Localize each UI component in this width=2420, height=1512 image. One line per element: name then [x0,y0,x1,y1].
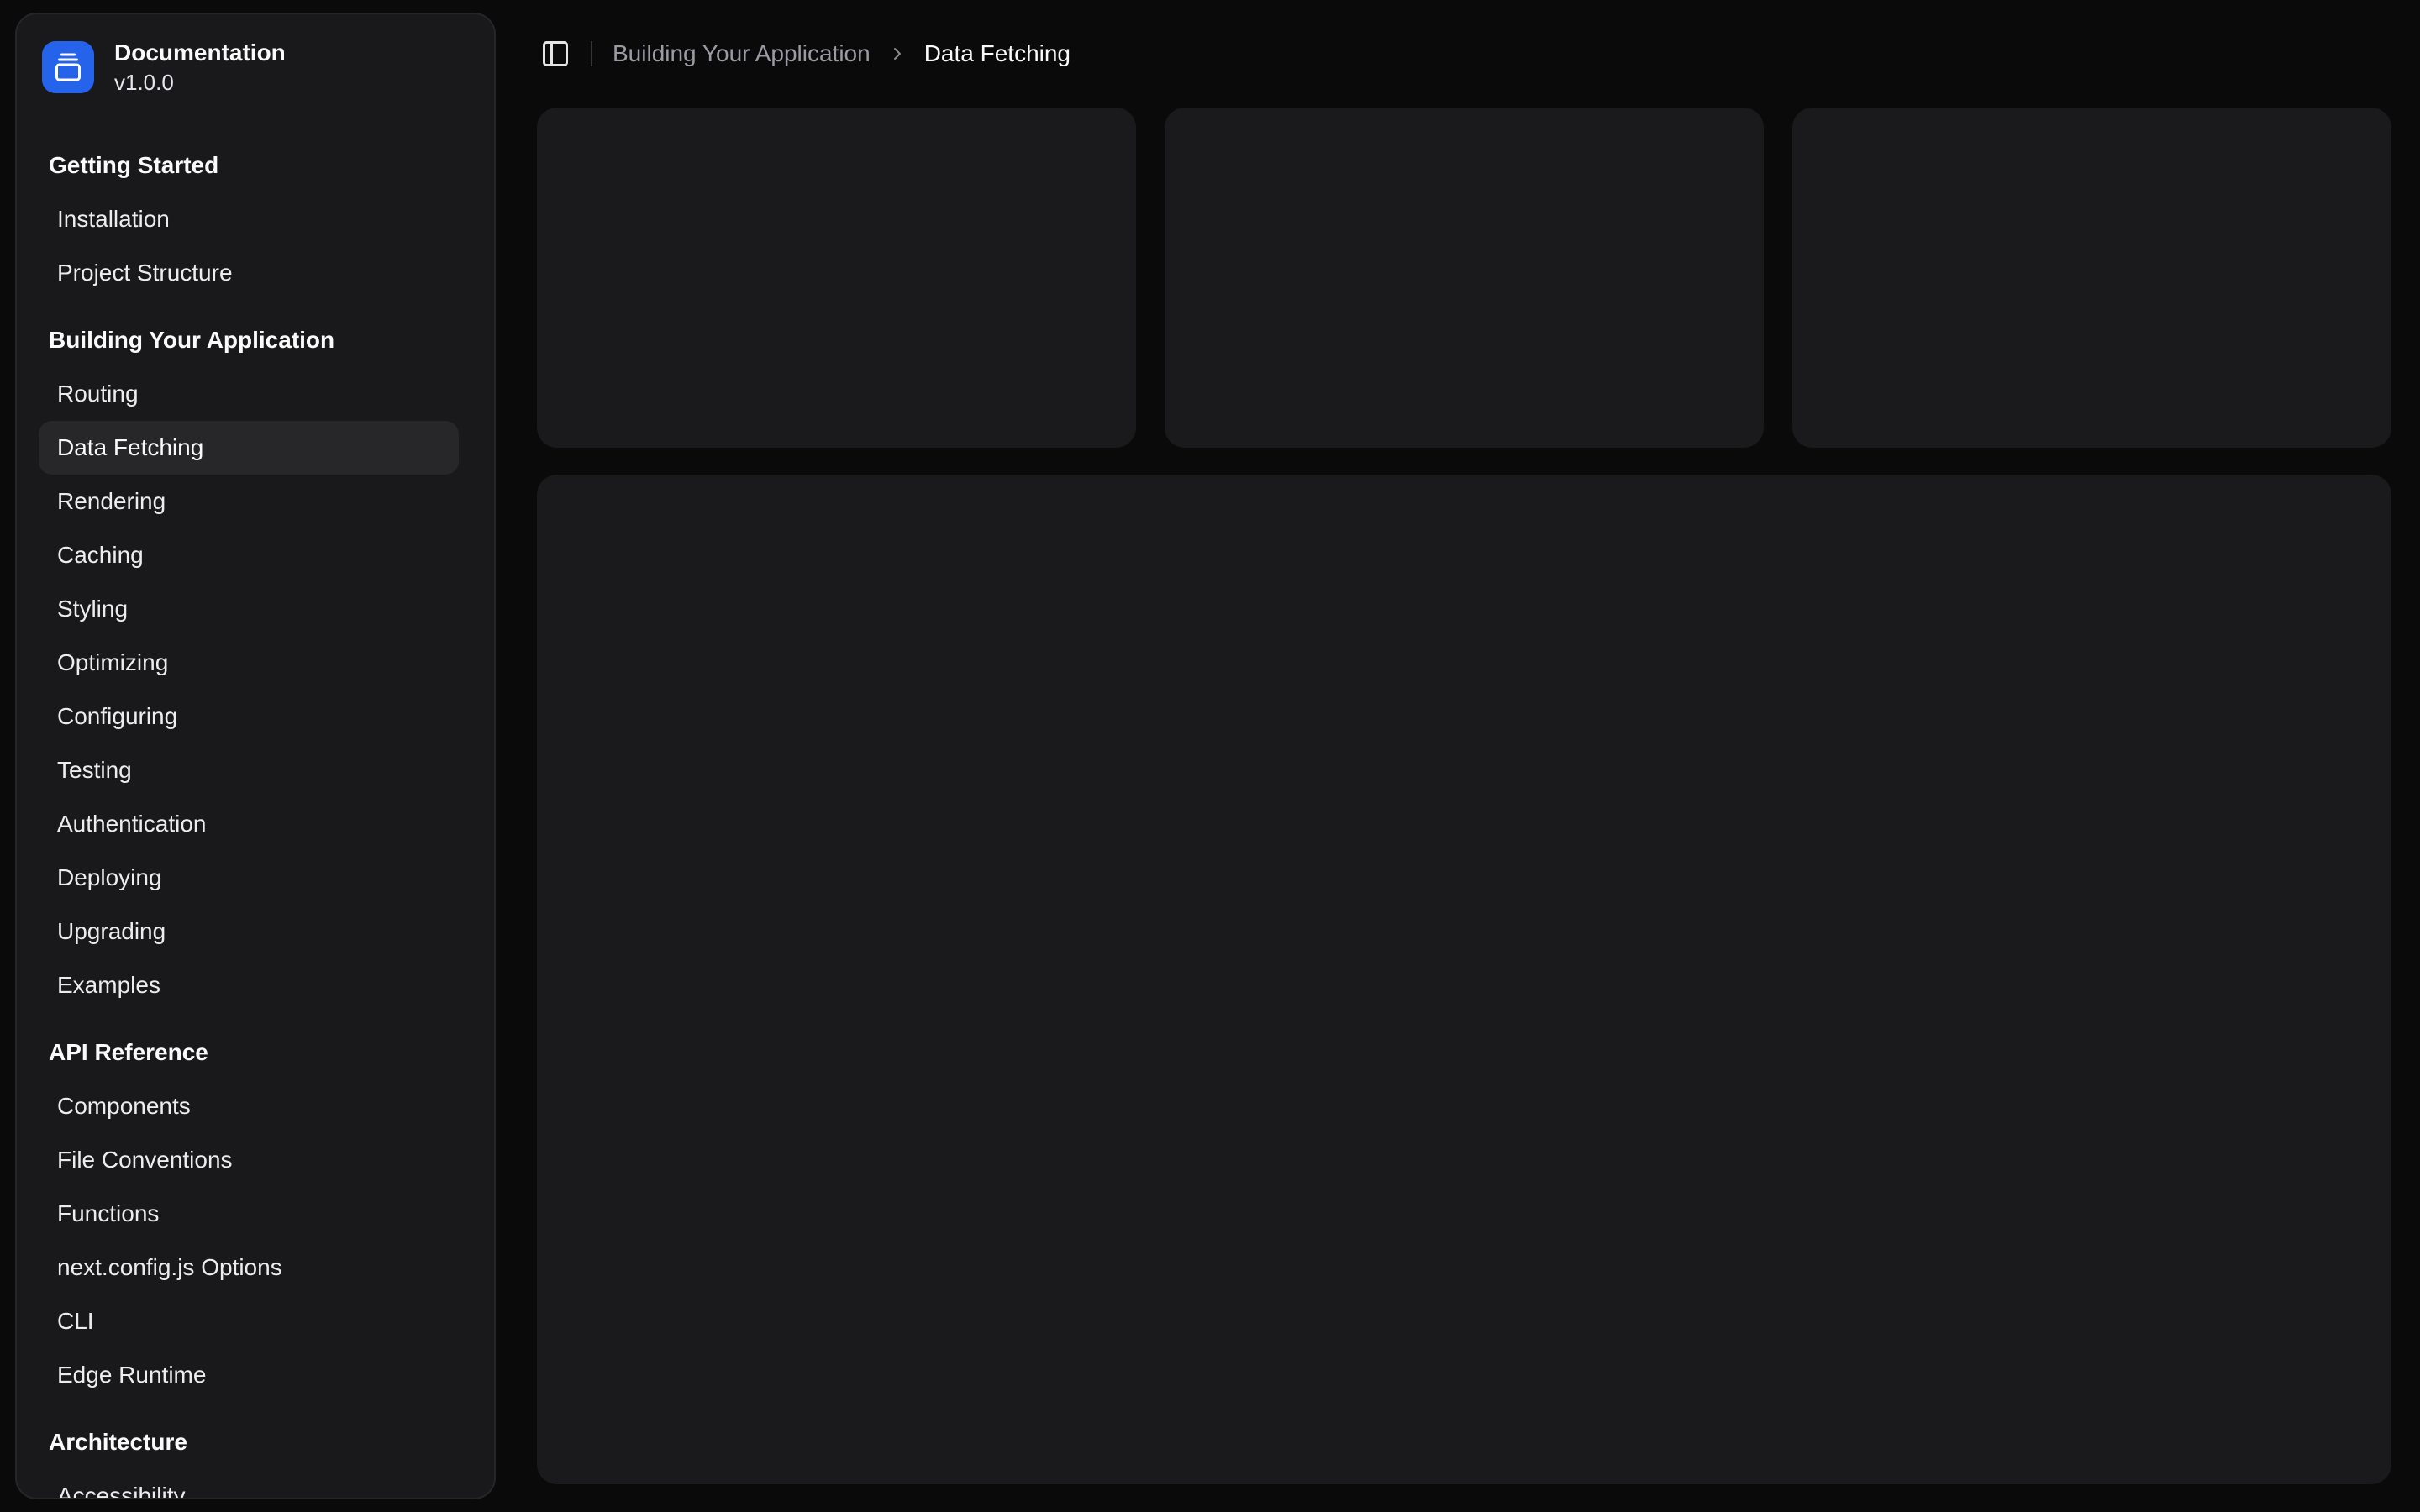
gallery-vertical-end-icon [53,52,83,82]
sidebar-nav: Getting StartedInstallationProject Struc… [17,139,494,1499]
sidebar-toggle-button[interactable] [537,35,574,72]
sidebar-item-styling[interactable]: Styling [39,582,459,636]
app-logo [42,41,94,93]
sidebar-group: ArchitectureAccessibility [17,1415,494,1499]
chevron-right-icon [887,44,908,64]
sidebar-group: Building Your ApplicationRoutingData Fet… [17,313,494,1012]
sidebar-item-installation[interactable]: Installation [39,192,459,246]
sidebar-item-functions[interactable]: Functions [39,1187,459,1241]
sidebar-item-upgrading[interactable]: Upgrading [39,905,459,958]
app-title: Documentation [114,39,286,66]
sidebar-item-rendering[interactable]: Rendering [39,475,459,528]
sidebar-group: API ReferenceComponentsFile ConventionsF… [17,1026,494,1402]
sidebar-group-label-building-your-application: Building Your Application [17,313,494,367]
sidebar-header[interactable]: Documentation v1.0.0 [17,14,494,95]
placeholder-panel [537,475,2391,1484]
sidebar-group: Getting StartedInstallationProject Struc… [17,139,494,300]
sidebar-group-label-getting-started: Getting Started [17,139,494,192]
sidebar-item-deploying[interactable]: Deploying [39,851,459,905]
sidebar-item-next-config-js-options[interactable]: next.config.js Options [39,1241,459,1294]
main-area: Building Your Application Data Fetching [496,0,2420,1512]
breadcrumb: Building Your Application Data Fetching [613,40,1071,67]
sidebar: Documentation v1.0.0 Getting StartedInst… [15,13,496,1499]
panel-left-icon [540,39,571,69]
sidebar-item-project-structure[interactable]: Project Structure [39,246,459,300]
placeholder-card [537,108,1136,448]
placeholder-card [1165,108,1764,448]
sidebar-item-examples[interactable]: Examples [39,958,459,1012]
sidebar-item-edge-runtime[interactable]: Edge Runtime [39,1348,459,1402]
sidebar-group-label-api-reference: API Reference [17,1026,494,1079]
placeholder-card [1792,108,2391,448]
sidebar-group-label-architecture: Architecture [17,1415,494,1469]
sidebar-item-caching[interactable]: Caching [39,528,459,582]
sidebar-item-cli[interactable]: CLI [39,1294,459,1348]
breadcrumb-current: Data Fetching [924,40,1071,67]
sidebar-item-components[interactable]: Components [39,1079,459,1133]
app-version: v1.0.0 [114,70,286,95]
sidebar-item-authentication[interactable]: Authentication [39,797,459,851]
sidebar-title-block: Documentation v1.0.0 [114,39,286,95]
sidebar-item-accessibility[interactable]: Accessibility [39,1469,459,1499]
breadcrumb-parent-link[interactable]: Building Your Application [613,40,871,67]
sidebar-item-routing[interactable]: Routing [39,367,459,421]
sidebar-item-configuring[interactable]: Configuring [39,690,459,743]
placeholder-cards-row [537,108,2391,448]
topbar: Building Your Application Data Fetching [537,0,2391,108]
separator [591,41,592,66]
sidebar-item-optimizing[interactable]: Optimizing [39,636,459,690]
sidebar-item-data-fetching[interactable]: Data Fetching [39,421,459,475]
sidebar-item-file-conventions[interactable]: File Conventions [39,1133,459,1187]
sidebar-item-testing[interactable]: Testing [39,743,459,797]
